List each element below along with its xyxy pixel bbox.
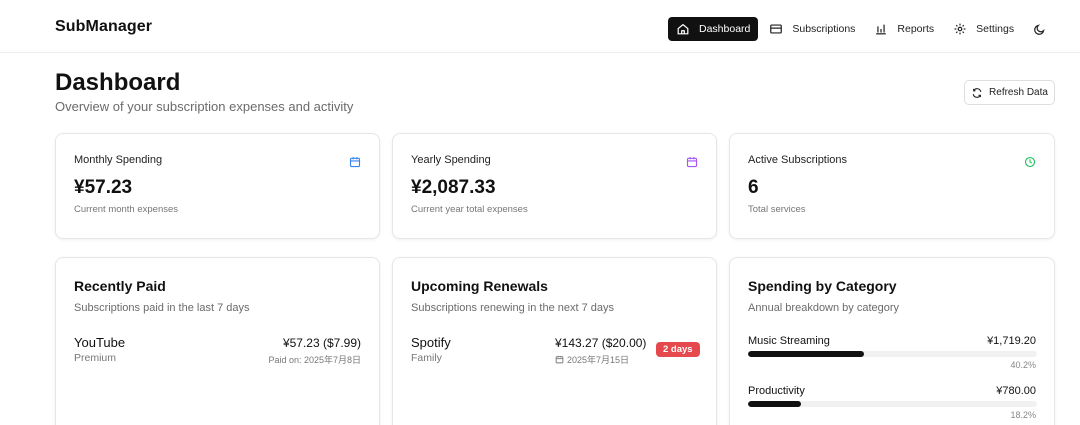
stat-description: Current year total expenses bbox=[411, 204, 528, 215]
subscription-name: YouTube bbox=[74, 335, 126, 350]
home-icon bbox=[676, 22, 690, 36]
spending-by-category-panel: Spending by Category Annual breakdown by… bbox=[729, 257, 1055, 425]
panel-subtitle: Subscriptions renewing in the next 7 day… bbox=[411, 302, 615, 314]
category-progress-fill bbox=[748, 401, 801, 407]
stat-description: Total services bbox=[748, 204, 806, 215]
nav-item-label: Reports bbox=[897, 23, 935, 35]
subscription-plan: Premium bbox=[74, 352, 117, 364]
nav-item-label: Subscriptions bbox=[792, 23, 856, 35]
stat-value: ¥57.23 bbox=[74, 177, 133, 198]
nav-item-label: Settings bbox=[976, 23, 1015, 35]
panel-title: Recently Paid bbox=[74, 278, 166, 294]
renewal-date-text: 2025年7月15日 bbox=[567, 355, 630, 365]
bar-chart-icon bbox=[874, 22, 888, 36]
stat-description: Current month expenses bbox=[74, 204, 179, 215]
nav-item-dashboard[interactable]: Dashboard bbox=[668, 17, 759, 41]
category-name: Music Streaming bbox=[748, 335, 830, 347]
refresh-icon bbox=[972, 87, 982, 98]
clock-icon bbox=[1024, 156, 1036, 168]
top-navbar: SubManager Dashboard Subscriptions Repor… bbox=[0, 0, 1080, 53]
nav-item-label: Dashboard bbox=[699, 23, 751, 35]
credit-card-icon bbox=[769, 22, 783, 36]
days-remaining-badge: 2 days bbox=[656, 342, 700, 357]
active-subscriptions-card: Active Subscriptions 6 Total services bbox=[729, 133, 1055, 239]
subscription-plan: Family bbox=[411, 352, 442, 364]
category-amount: ¥1,719.20 bbox=[987, 335, 1036, 347]
panel-subtitle: Annual breakdown by category bbox=[748, 302, 900, 314]
stat-value: ¥2,087.33 bbox=[411, 177, 496, 198]
calendar-icon bbox=[686, 156, 698, 168]
stat-label: Active Subscriptions bbox=[748, 154, 848, 166]
category-progress-track bbox=[748, 401, 1037, 407]
page-subtitle: Overview of your subscription expenses a… bbox=[55, 99, 354, 114]
stat-label: Monthly Spending bbox=[74, 154, 163, 166]
panel-title: Upcoming Renewals bbox=[411, 278, 548, 294]
app-logo-text[interactable]: SubManager bbox=[55, 18, 152, 36]
category-percent: 18.2% bbox=[1010, 410, 1036, 420]
theme-toggle-button[interactable] bbox=[1027, 17, 1051, 41]
panel-subtitle: Subscriptions paid in the last 7 days bbox=[74, 302, 250, 314]
recently-paid-panel: Recently Paid Subscriptions paid in the … bbox=[55, 257, 380, 425]
monthly-spending-card: Monthly Spending ¥57.23 Current month ex… bbox=[55, 133, 380, 239]
nav-item-reports[interactable]: Reports bbox=[866, 17, 942, 41]
refresh-data-button[interactable]: Refresh Data bbox=[964, 80, 1055, 105]
subscription-amount: ¥143.27 ($20.00) bbox=[555, 336, 647, 350]
yearly-spending-card: Yearly Spending ¥2,087.33 Current year t… bbox=[392, 133, 717, 239]
moon-icon bbox=[1033, 23, 1045, 35]
category-progress-track bbox=[748, 351, 1037, 357]
category-name: Productivity bbox=[748, 385, 805, 397]
upcoming-renewals-panel: Upcoming Renewals Subscriptions renewing… bbox=[392, 257, 717, 425]
subscription-amount: ¥57.23 ($7.99) bbox=[282, 336, 361, 350]
nav-item-subscriptions[interactable]: Subscriptions bbox=[761, 17, 863, 41]
paid-date: Paid on: 2025年7月8日 bbox=[268, 355, 361, 365]
page-title: Dashboard bbox=[55, 69, 181, 96]
category-percent: 40.2% bbox=[1010, 360, 1036, 370]
main-nav: Dashboard Subscriptions Reports Settings bbox=[668, 17, 1051, 41]
gear-icon bbox=[953, 22, 967, 36]
subscription-name: Spotify bbox=[411, 335, 451, 350]
refresh-data-label: Refresh Data bbox=[989, 87, 1048, 98]
calendar-icon bbox=[349, 156, 361, 168]
category-amount: ¥780.00 bbox=[996, 385, 1036, 397]
category-progress-fill bbox=[748, 351, 865, 357]
panel-title: Spending by Category bbox=[748, 278, 897, 294]
calendar-icon bbox=[555, 355, 564, 364]
renewal-date: 2025年7月15日 bbox=[555, 353, 629, 366]
stat-value: 6 bbox=[748, 177, 759, 198]
nav-item-settings[interactable]: Settings bbox=[945, 17, 1022, 41]
stat-label: Yearly Spending bbox=[411, 154, 491, 166]
